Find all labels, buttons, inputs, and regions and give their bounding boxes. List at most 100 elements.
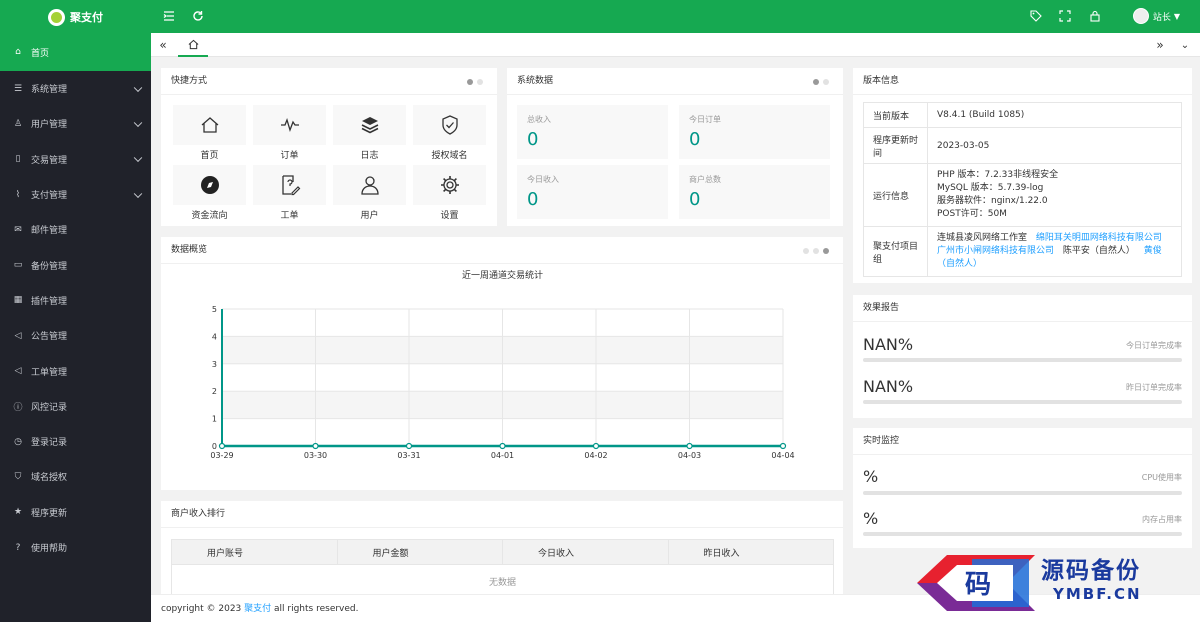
team-member-link[interactable]: 绵阳耳关明皿网络科技有限公司 — [1036, 233, 1162, 243]
shortcut-compass[interactable] — [173, 165, 246, 205]
sidebar-item-9[interactable]: ◁ 工单管理 — [0, 353, 151, 388]
version-title: 版本信息 — [853, 68, 1192, 95]
memory-progress — [863, 532, 1182, 536]
ranking-title: 商户收入排行 — [161, 501, 843, 528]
data-point — [218, 442, 226, 450]
cpu-caption: CPU使用率 — [1141, 473, 1182, 482]
chevron-down-icon — [133, 83, 143, 92]
watermark-logo-icon: 码 — [917, 555, 1035, 611]
tab-scroll-right-icon[interactable]: » — [1148, 33, 1172, 57]
x-tick-label: 04-04 — [771, 451, 794, 460]
caret-down-icon: ▼ — [1173, 11, 1180, 21]
version-key: 当前版本 — [863, 102, 928, 128]
footer-brand-link[interactable]: 聚支付 — [244, 604, 271, 614]
sidebar-item-label: 插件管理 — [31, 296, 68, 307]
shortcut-label[interactable]: 设置 — [413, 208, 486, 221]
sidebar-item-label: 首页 — [31, 48, 50, 59]
sidebar-item-3[interactable]: ▯ 交易管理 — [0, 142, 151, 177]
shortcut-label[interactable]: 授权域名 — [413, 148, 486, 161]
stat-tile: 商户总数 0 — [679, 165, 830, 219]
lock-icon[interactable] — [1088, 9, 1102, 23]
runtime-value: PHP 版本：7.2.33非线程安全 MySQL 版本：5.7.39-log 服务器… — [927, 163, 1182, 227]
sidebar: ⌂ 首页 ☰ 系统管理 ♙ 用户管理 ▯ 交易管理 ⌇ 支付管理 ✉ 邮件管理 ▭ 备份管理 ▦ 插件管理 ◁ 公… — [0, 33, 151, 622]
carousel-dots[interactable] — [803, 248, 829, 254]
team-key: 聚支付项目组 — [863, 226, 928, 277]
chevron-down-icon — [133, 189, 143, 198]
yesterday-completion-caption: 昨日订单完成率 — [1126, 383, 1182, 392]
ranking-card: 商户收入排行 用户账号 用户金额 今日收入 昨日收入 无数据 — [161, 501, 843, 598]
data-point — [405, 442, 413, 450]
sidebar-item-10[interactable]: ⓘ 风控记录 — [0, 389, 151, 424]
column-header: 用户账号 — [171, 539, 338, 565]
data-point — [779, 442, 787, 450]
data-point — [592, 442, 600, 450]
stat-value: 0 — [527, 189, 539, 210]
x-tick-label: 03-29 — [210, 451, 233, 460]
today-completion-value: NAN% — [863, 335, 914, 354]
sidebar-item-label: 邮件管理 — [31, 226, 68, 237]
x-tick-label: 04-01 — [491, 451, 514, 460]
shortcut-user[interactable] — [333, 165, 406, 205]
chart-title: 近一周通道交易统计 — [462, 269, 543, 281]
sidebar-item-13[interactable]: ★ 程序更新 — [0, 495, 151, 530]
shortcut-label[interactable]: 首页 — [173, 148, 246, 161]
sidebar-item-6[interactable]: ▭ 备份管理 — [0, 247, 151, 282]
sidebar-item-8[interactable]: ◁ 公告管理 — [0, 318, 151, 353]
runtime-key: 运行信息 — [863, 163, 928, 227]
sidebar-item-11[interactable]: ◷ 登录记录 — [0, 424, 151, 459]
data-point — [312, 442, 319, 450]
team-member-link[interactable]: 广州市小闸网络科技有限公司 — [937, 246, 1054, 256]
team-member: 陈平安（自然人） — [1062, 246, 1135, 256]
sidebar-item-14[interactable]: ? 使用帮助 — [0, 530, 151, 565]
shortcut-label[interactable]: 日志 — [333, 148, 406, 161]
empty-message: 无数据 — [171, 564, 834, 598]
shortcut-edit[interactable] — [253, 165, 326, 205]
sidebar-item-7[interactable]: ▦ 插件管理 — [0, 283, 151, 318]
runtime-line: POST许可：50M — [937, 209, 1007, 219]
shortcut-label[interactable]: 用户 — [333, 208, 406, 221]
app-logo[interactable]: 聚支付 — [48, 7, 103, 27]
fullscreen-icon[interactable] — [1058, 9, 1072, 23]
shortcut-label[interactable]: 订单 — [253, 148, 326, 161]
stat-tile: 今日订单 0 — [679, 105, 830, 159]
shortcut-pulse[interactable] — [253, 105, 326, 145]
sidebar-item-2[interactable]: ♙ 用户管理 — [0, 106, 151, 141]
menu-toggle-icon[interactable] — [162, 9, 176, 23]
column-header: 昨日收入 — [667, 539, 834, 565]
shortcut-layers[interactable] — [333, 105, 406, 145]
shield-icon: ⛉ — [14, 471, 22, 482]
shortcuts-title: 快捷方式 — [161, 68, 497, 95]
carousel-dots[interactable] — [813, 79, 829, 85]
app-name: 聚支付 — [70, 11, 103, 24]
tab-scroll-left-icon[interactable]: « — [151, 33, 175, 57]
refresh-icon[interactable] — [191, 9, 205, 23]
sidebar-item-label: 支付管理 — [31, 191, 68, 202]
column-header: 今日收入 — [502, 539, 669, 565]
carousel-dots[interactable] — [467, 79, 483, 85]
sidebar-item-12[interactable]: ⛉ 域名授权 — [0, 459, 151, 494]
avatar — [1132, 8, 1149, 24]
shortcut-home[interactable] — [173, 105, 246, 145]
stat-value: 0 — [527, 129, 539, 150]
top-bar: 聚支付 站长 ▼ — [0, 0, 1200, 33]
help-icon: ? — [15, 542, 21, 553]
tag-icon[interactable] — [1029, 9, 1043, 23]
system-data-title: 系统数据 — [507, 68, 843, 95]
tab-home[interactable] — [178, 33, 208, 57]
watermark: 码 源码备份 YMBF.CN — [905, 545, 1200, 622]
shortcut-label[interactable]: 工单 — [253, 208, 326, 221]
shortcut-label[interactable]: 资金流向 — [173, 208, 246, 221]
user-menu[interactable]: 站长 ▼ — [1132, 8, 1180, 24]
shortcut-shield-check[interactable] — [413, 105, 486, 145]
sidebar-item-0[interactable]: ⌂ 首页 — [0, 33, 151, 71]
tab-options-icon[interactable]: ⌄ — [1173, 33, 1197, 57]
sidebar-item-4[interactable]: ⌇ 支付管理 — [0, 177, 151, 212]
stat-label: 今日订单 — [689, 115, 721, 124]
shortcut-gear[interactable] — [413, 165, 486, 205]
star-icon: ★ — [13, 507, 23, 518]
overview-title: 数据概览 — [161, 237, 843, 264]
chevron-down-icon — [133, 153, 143, 163]
sidebar-item-1[interactable]: ☰ 系统管理 — [0, 71, 151, 106]
runtime-line: 服务器软件：nginx/1.22.0 — [937, 196, 1048, 206]
sidebar-item-5[interactable]: ✉ 邮件管理 — [0, 212, 151, 247]
